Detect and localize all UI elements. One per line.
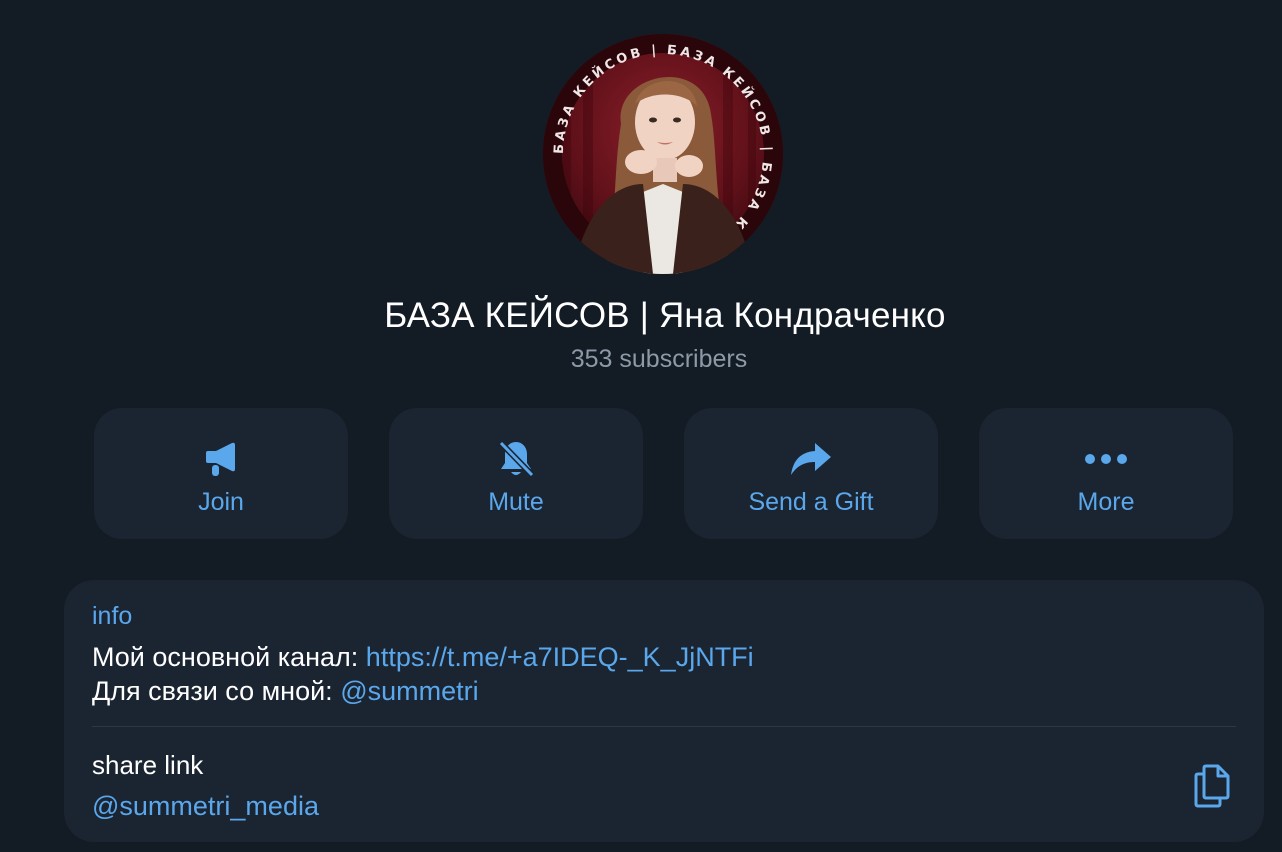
channel-avatar[interactable]: БАЗА КЕЙСОВ | БАЗА КЕЙСОВ | БАЗА КЕЙСОВ … <box>543 34 783 274</box>
avatar-image: БАЗА КЕЙСОВ | БАЗА КЕЙСОВ | БАЗА КЕЙСОВ … <box>543 34 783 274</box>
more-label: More <box>1077 488 1135 516</box>
copy-icon[interactable] <box>1190 762 1234 808</box>
main-channel-link[interactable]: https://t.me/+a7IDEQ-_K_JjNTFi <box>366 642 754 672</box>
mute-button[interactable]: Mute <box>389 408 643 539</box>
subscriber-count: 353 subscribers <box>570 345 748 373</box>
ellipsis-icon <box>979 438 1233 480</box>
join-label: Join <box>198 488 244 516</box>
join-button[interactable]: Join <box>94 408 348 539</box>
info-section-label: info <box>92 602 133 630</box>
share-link-value[interactable]: @summetri_media <box>92 791 319 822</box>
contact-username-link[interactable]: @summetri <box>340 676 478 706</box>
share-link-label: share link <box>92 750 204 780</box>
bell-slash-icon <box>389 438 643 480</box>
description-line-1-text: Мой основной канал: <box>92 642 366 672</box>
description-line-2-text: Для связи со мной: <box>92 676 341 706</box>
share-arrow-icon <box>684 438 938 480</box>
description-line-2: Для связи со мной: @summetri <box>92 676 479 707</box>
send-gift-label: Send a Gift <box>748 488 874 516</box>
description-line-1: Мой основной канал: https://t.me/+a7IDEQ… <box>92 642 754 673</box>
megaphone-icon <box>94 438 348 480</box>
mute-label: Mute <box>488 488 544 516</box>
info-card: info Мой основной канал: https://t.me/+a… <box>64 580 1264 842</box>
divider <box>92 726 1236 727</box>
more-button[interactable]: More <box>979 408 1233 539</box>
channel-title: БАЗА КЕЙСОВ | Яна Кондраченко <box>384 296 946 335</box>
send-gift-button[interactable]: Send a Gift <box>684 408 938 539</box>
channel-profile-page: БАЗА КЕЙСОВ | БАЗА КЕЙСОВ | БАЗА КЕЙСОВ … <box>0 0 1282 852</box>
